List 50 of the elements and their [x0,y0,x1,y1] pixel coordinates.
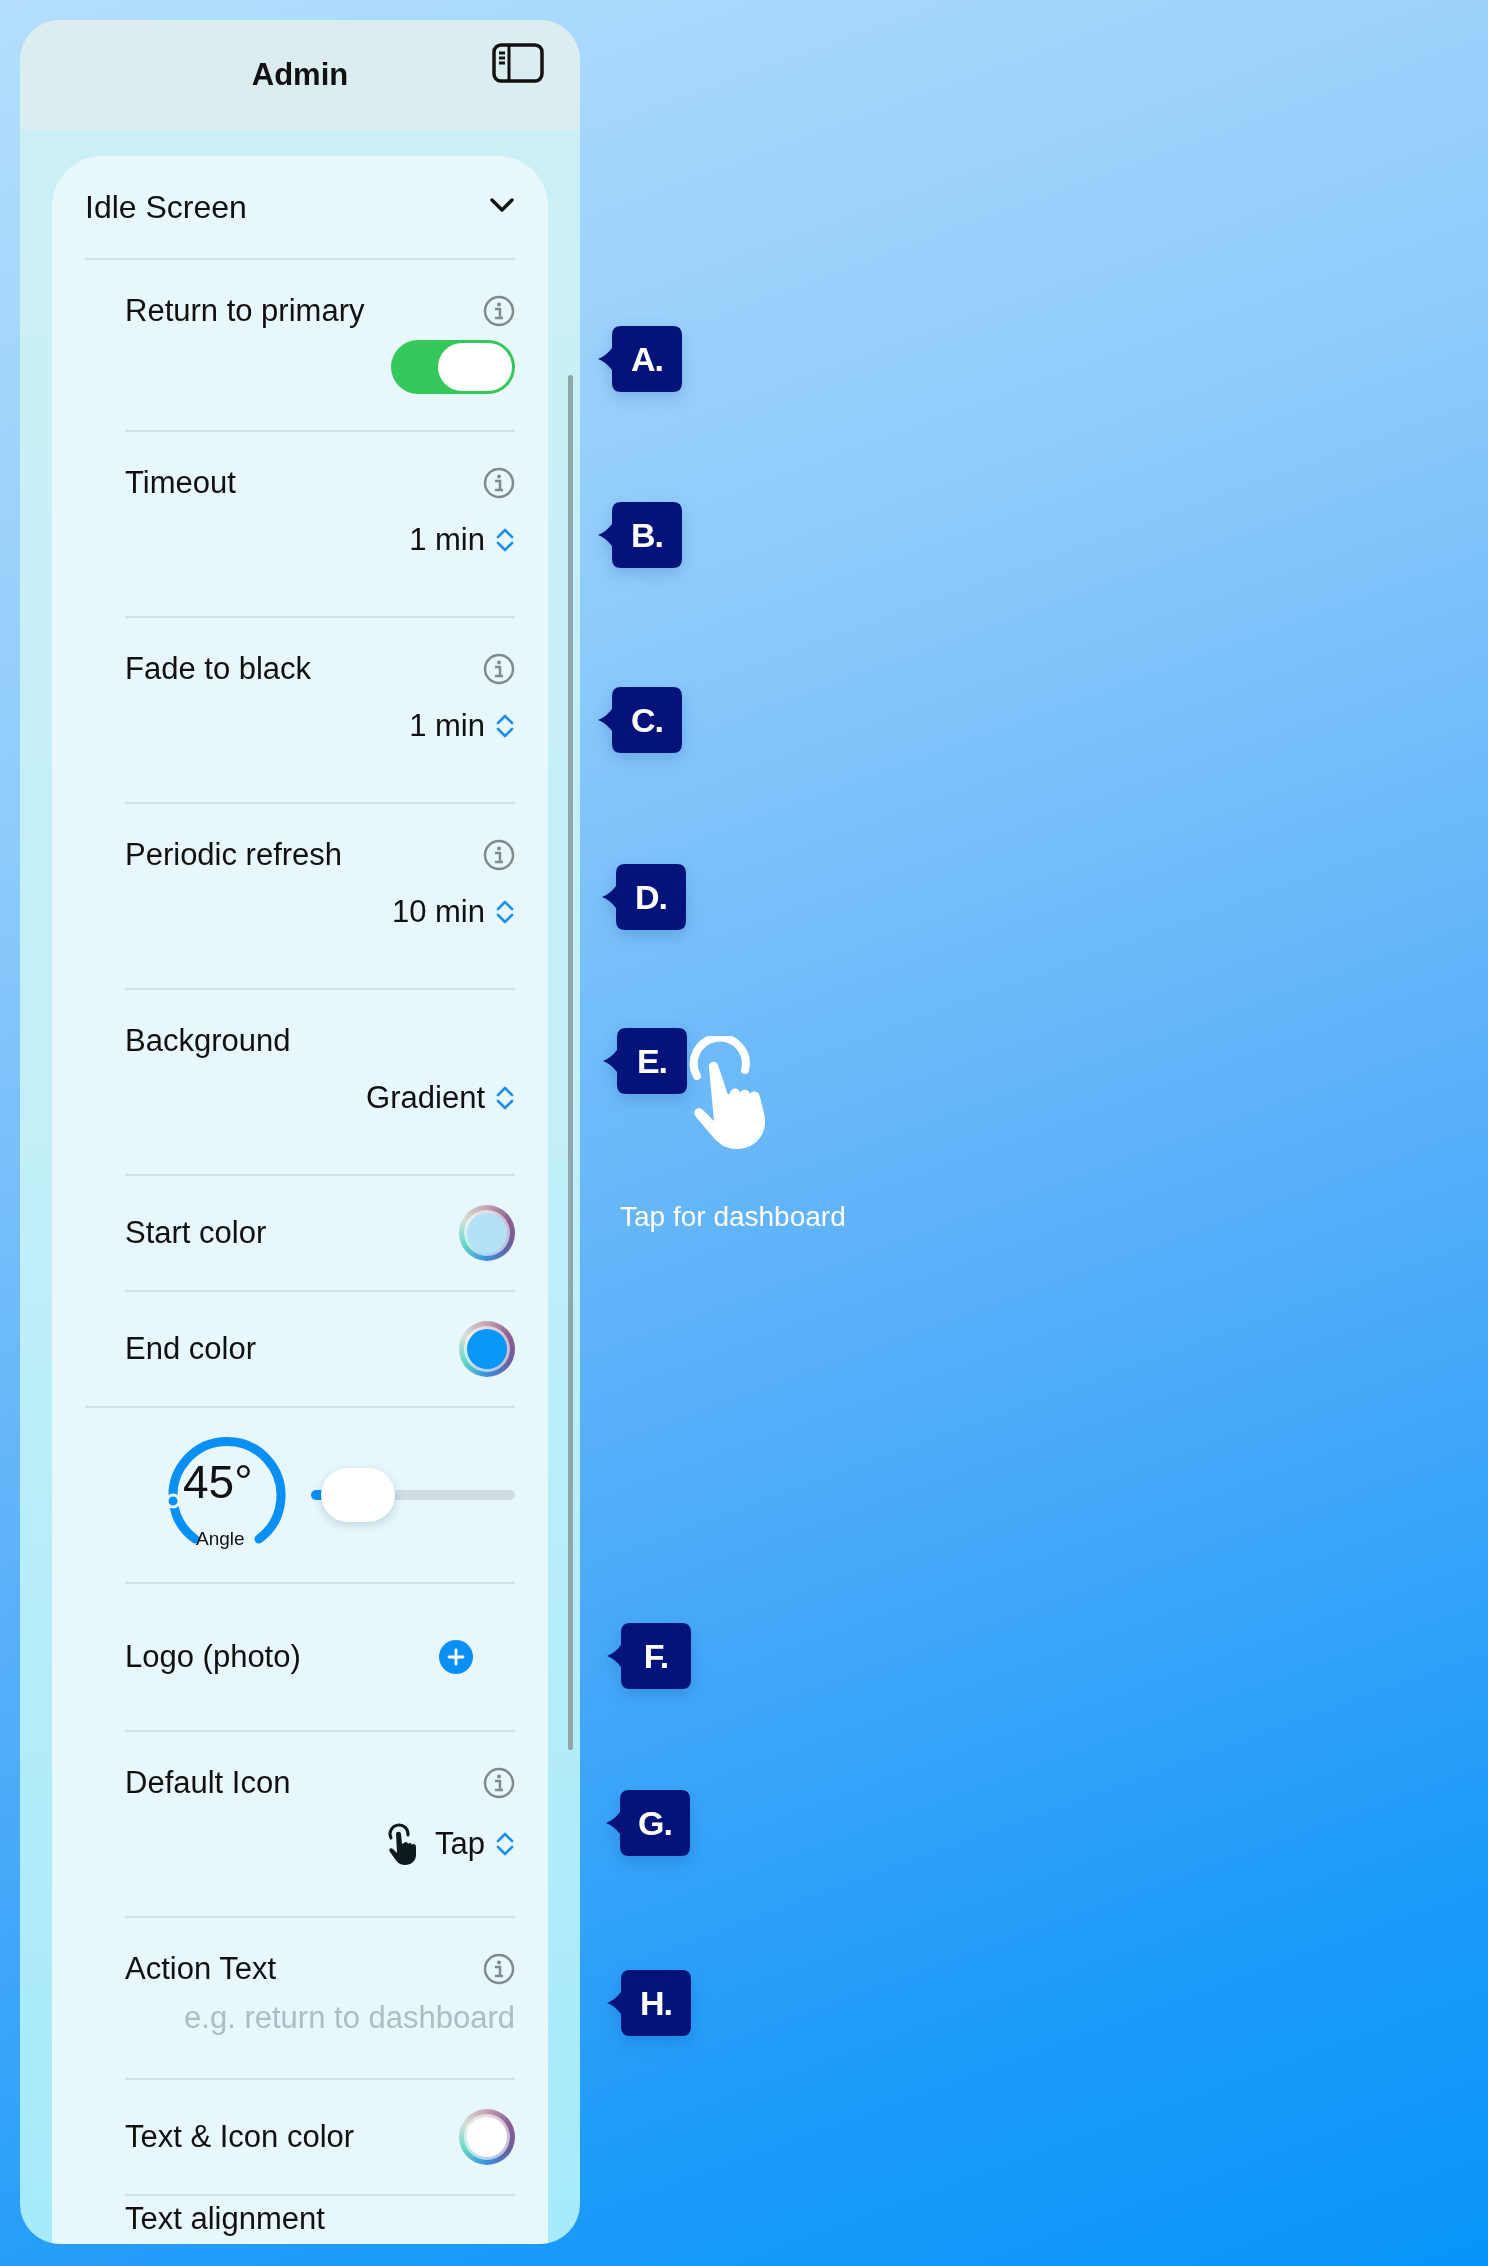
callout-label: D. [602,864,686,930]
value-picker[interactable]: 1 min [409,708,515,744]
panel-title: Admin [251,57,349,93]
up-down-chevron-icon [495,1831,515,1857]
callout-label: B. [598,502,682,568]
setting-label: Periodic refresh [125,837,343,873]
plus-icon [447,1648,465,1666]
setting-label: Start color [125,1215,267,1251]
angle-slider[interactable] [311,1468,515,1522]
up-down-chevron-icon [495,527,515,553]
hint-text: Tap for dashboard [620,1201,846,1233]
sidebar-toggle-button[interactable] [492,43,544,83]
info-icon[interactable] [483,295,515,327]
value-picker[interactable]: Gradient [366,1080,515,1116]
color-well[interactable] [459,1321,515,1377]
value-picker[interactable]: Tap [385,1822,515,1866]
callout-label: A. [598,326,682,392]
toggle-switch[interactable] [391,340,515,394]
setting-label: Fade to black [125,651,312,687]
callout-label: G. [606,1790,690,1856]
info-icon[interactable] [483,1953,515,1985]
callout-label: H. [607,1970,691,2036]
callout-label: E. [603,1028,687,1094]
info-icon[interactable] [483,839,515,871]
setting-label: End color [125,1331,256,1367]
up-down-chevron-icon [495,899,515,925]
color-well[interactable] [459,1205,515,1261]
up-down-chevron-icon [495,1085,515,1111]
add-button[interactable] [439,1640,473,1674]
setting-label: Logo (photo) [125,1639,301,1675]
info-icon[interactable] [483,1767,515,1799]
info-icon[interactable] [483,653,515,685]
sidebar-icon [492,43,544,83]
setting-label: Text alignment [125,2201,325,2237]
setting-label: Text & Icon color [125,2119,355,2155]
section-header[interactable]: Idle Screen [85,156,515,258]
setting-label: Background [125,1023,291,1059]
value-picker[interactable]: 10 min [391,894,515,930]
color-well[interactable] [459,2109,515,2165]
callout-label: C. [598,687,682,753]
text-field[interactable]: e.g. return to dashboard [125,2000,515,2036]
setting-label: Action Text [125,1951,277,1987]
setting-label: Default Icon [125,1765,291,1801]
angle-dial[interactable]: 45° Angle [165,1433,289,1557]
value-picker[interactable]: 1 min [409,522,515,558]
info-icon[interactable] [483,467,515,499]
up-down-chevron-icon [495,713,515,739]
callout-label: F. [607,1623,691,1689]
setting-label: Return to primary [125,293,365,329]
setting-label: Timeout [125,465,236,501]
